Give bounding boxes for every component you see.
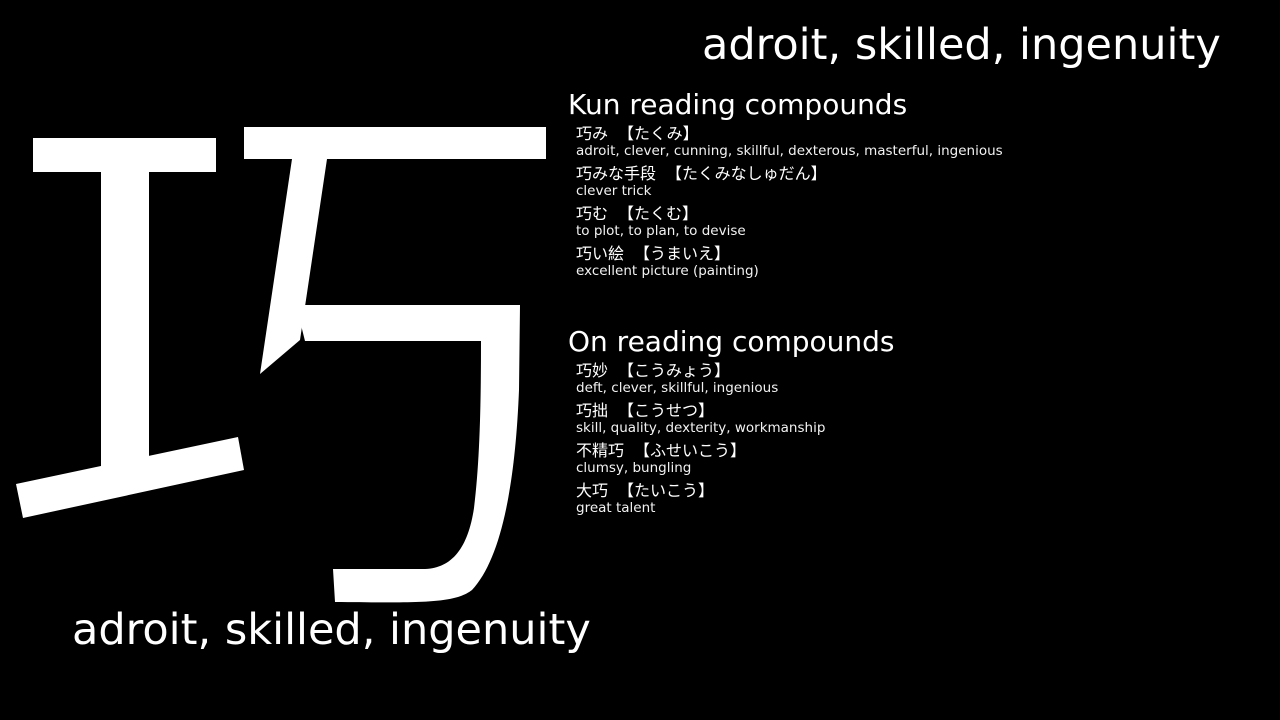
kanji-glyph-drawing [16, 127, 546, 603]
entry-gloss: clever trick [576, 183, 652, 199]
entry-word: 巧妙 [576, 361, 609, 380]
on-reading-section: On reading compounds 巧妙 【こうみょう】 deft, cle… [568, 326, 1258, 522]
entry-word: 巧み [576, 124, 609, 143]
entry-heading: 巧む 【たくむ】 [576, 205, 1258, 223]
kun-entry: 巧みな手段 【たくみなしゅだん】 clever trick [576, 165, 1258, 200]
entry-heading: 大巧 【たいこう】 [576, 482, 1258, 500]
entry-gloss: to plot, to plan, to devise [576, 223, 746, 239]
entry-reading: 【ふせいこう】 [634, 441, 747, 460]
on-entry: 巧妙 【こうみょう】 deft, clever, skillful, ingeni… [576, 362, 1258, 397]
entry-heading: 不精巧 【ふせいこう】 [576, 442, 1258, 460]
entry-heading: 巧拙 【こうせつ】 [576, 402, 1258, 420]
entry-reading: 【たくみ】 [618, 124, 699, 143]
entry-gloss: clumsy, bungling [576, 460, 692, 476]
entry-gloss: excellent picture (painting) [576, 263, 759, 279]
entry-gloss: adroit, clever, cunning, skillful, dexte… [576, 143, 1003, 159]
entry-gloss: great talent [576, 500, 656, 516]
kun-reading-section: Kun reading compounds 巧み 【たくみ】 adroit, cl… [568, 89, 1258, 285]
entry-heading: 巧妙 【こうみょう】 [576, 362, 1258, 380]
kanji-radical-work [16, 138, 244, 518]
entry-word: 巧拙 [576, 401, 609, 420]
kanji-component-kou [244, 127, 546, 603]
kun-section-title: Kun reading compounds [568, 88, 908, 121]
kun-entry: 巧い絵 【うまいえ】 excellent picture (painting) [576, 245, 1258, 280]
entry-reading: 【こうせつ】 [618, 401, 715, 420]
entry-gloss: deft, clever, skillful, ingenious [576, 380, 779, 396]
entry-word: 大巧 [576, 481, 609, 500]
entry-word: 巧みな手段 [576, 164, 657, 183]
kanji-glyph [0, 110, 560, 610]
entry-reading: 【うまいえ】 [634, 244, 731, 263]
entry-word: 不精巧 [576, 441, 625, 460]
entry-heading: 巧み 【たくみ】 [576, 125, 1258, 143]
entry-heading: 巧みな手段 【たくみなしゅだん】 [576, 165, 1258, 183]
on-entry: 不精巧 【ふせいこう】 clumsy, bungling [576, 442, 1258, 477]
entry-reading: 【たいこう】 [618, 481, 715, 500]
kun-entry: 巧む 【たくむ】 to plot, to plan, to devise [576, 205, 1258, 240]
meaning-heading: adroit, skilled, ingenuity [702, 20, 1221, 70]
on-entry: 巧拙 【こうせつ】 skill, quality, dexterity, work… [576, 402, 1258, 437]
entry-word: 巧む [576, 204, 609, 223]
entry-reading: 【たくみなしゅだん】 [666, 164, 827, 183]
entry-heading: 巧い絵 【うまいえ】 [576, 245, 1258, 263]
on-section-title: On reading compounds [568, 325, 895, 358]
kun-entry: 巧み 【たくみ】 adroit, clever, cunning, skillfu… [576, 125, 1258, 160]
entry-gloss: skill, quality, dexterity, workmanship [576, 420, 826, 436]
entry-reading: 【こうみょう】 [618, 361, 731, 380]
entry-word: 巧い絵 [576, 244, 625, 263]
meaning-caption: adroit, skilled, ingenuity [72, 605, 591, 655]
on-entry: 大巧 【たいこう】 great talent [576, 482, 1258, 517]
entry-reading: 【たくむ】 [618, 204, 699, 223]
